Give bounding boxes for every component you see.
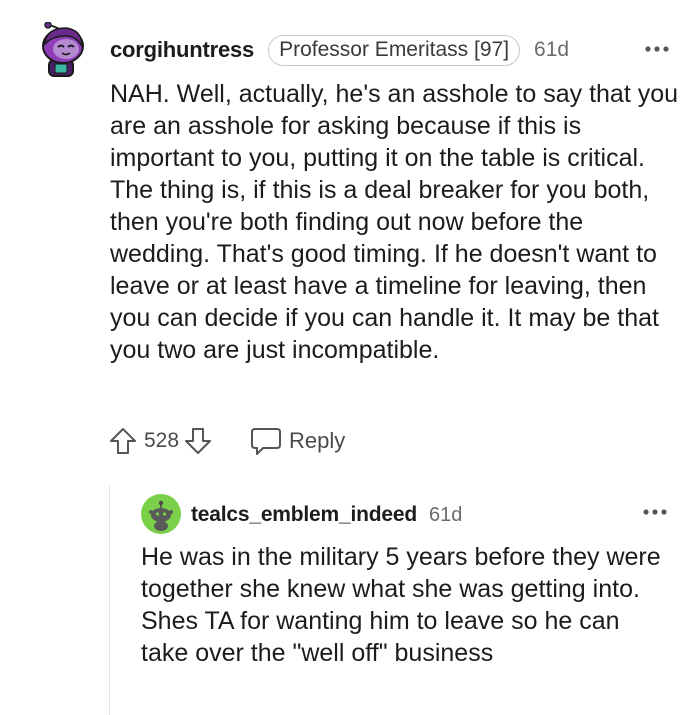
more-options-button[interactable] — [642, 36, 672, 62]
arrow-up-icon — [110, 428, 136, 454]
ellipsis-icon — [643, 509, 667, 515]
reply-label: Reply — [289, 428, 346, 453]
avatar[interactable] — [36, 21, 86, 80]
reply-header: tealcs_emblem_indeed 61d — [191, 500, 462, 530]
arrow-down-icon — [185, 428, 212, 454]
user-flair: Professor Emeritass [97] — [268, 34, 521, 66]
snoo-avatar-icon — [42, 21, 84, 77]
thread-line[interactable] — [109, 486, 110, 715]
ellipsis-icon — [645, 46, 669, 52]
comment-actions: 528 Reply — [108, 424, 345, 458]
reply-avatar[interactable] — [141, 494, 181, 534]
vote-score: 528 — [144, 429, 180, 452]
comment-age: 61d — [534, 38, 570, 61]
comment-body: NAH. Well, actually, he's an asshole to … — [110, 80, 679, 364]
reply-author-username[interactable]: tealcs_emblem_indeed — [191, 503, 417, 527]
speech-bubble-icon — [251, 428, 282, 455]
author-username[interactable]: corgihuntress — [110, 37, 254, 63]
reply-more-options-button[interactable] — [640, 500, 670, 524]
comment: corgihuntress Professor Emeritass [97] 6… — [0, 0, 700, 470]
downvote-button[interactable] — [183, 426, 213, 456]
upvote-button[interactable] — [108, 426, 138, 456]
reply-body: He was in the military 5 years before th… — [141, 543, 661, 667]
snoo-avatar-icon — [141, 494, 181, 534]
reply-age: 61d — [428, 503, 463, 526]
reply-button[interactable]: Reply — [249, 425, 345, 457]
comment-header: corgihuntress Professor Emeritass [97] 6… — [110, 34, 569, 66]
